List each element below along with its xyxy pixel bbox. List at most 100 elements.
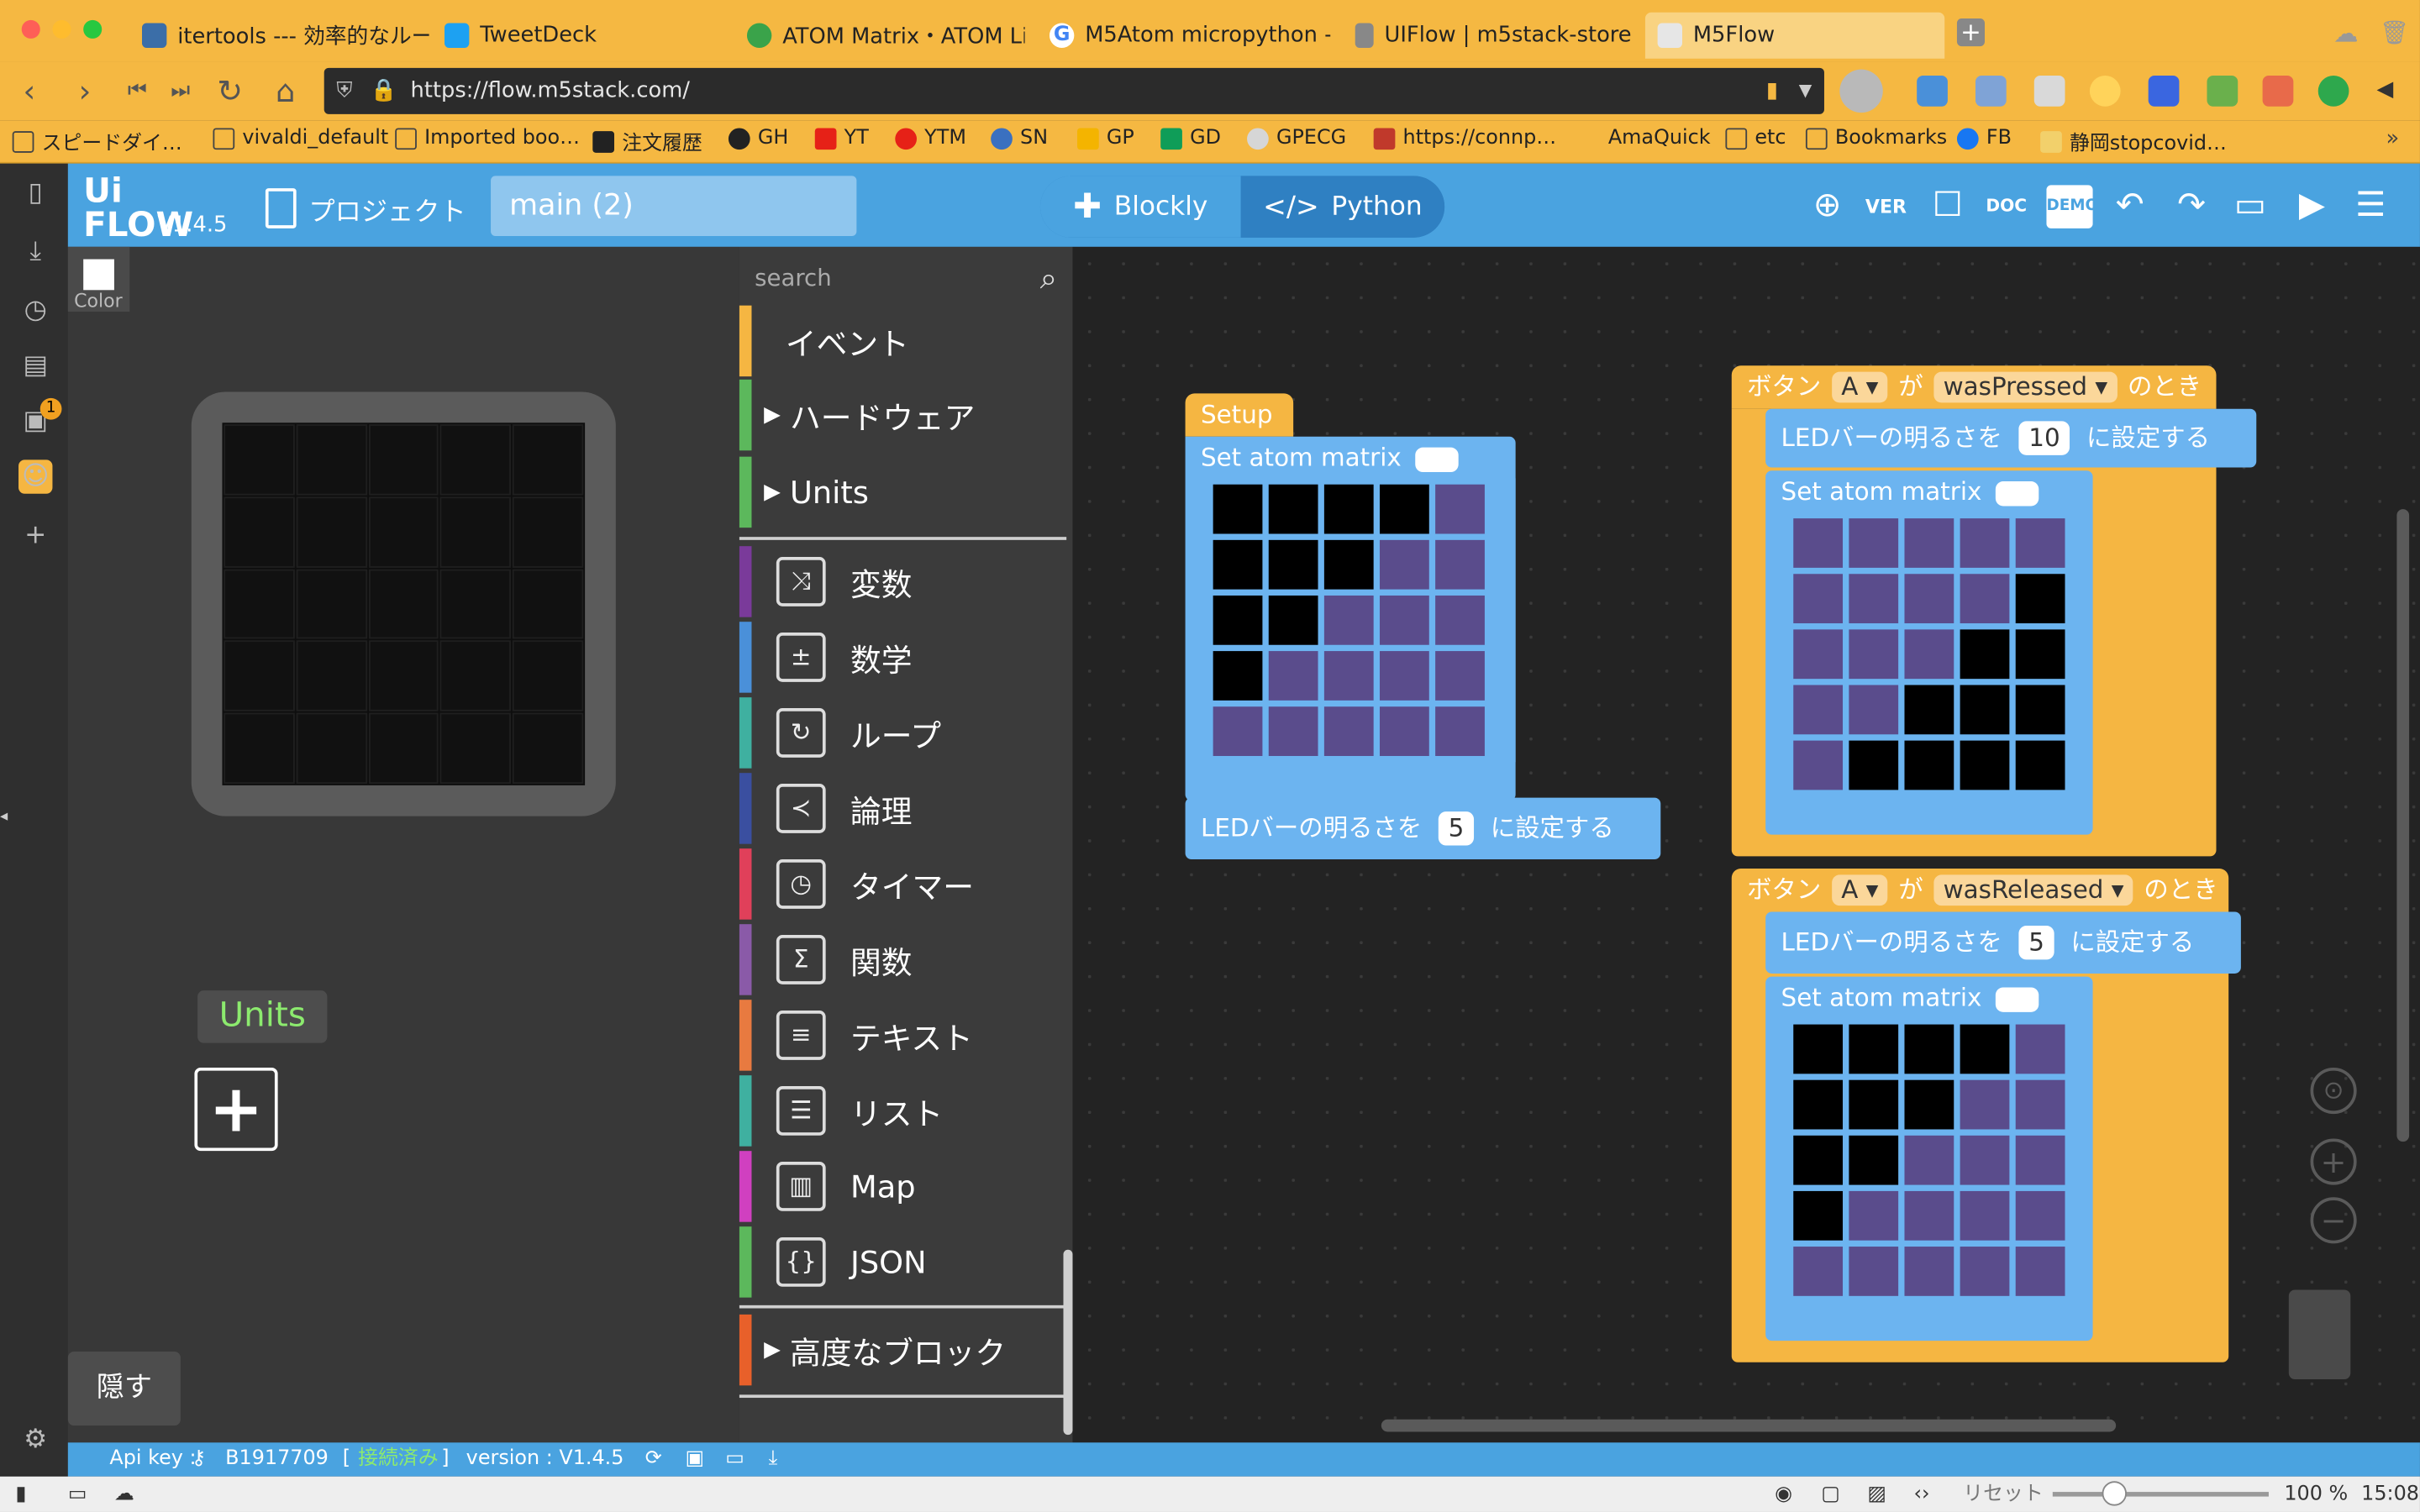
event-select[interactable]: wasPressed ▾ — [1933, 371, 2118, 403]
color-input[interactable] — [1996, 986, 2039, 1011]
set-matrix-block[interactable]: Set atom matrix — [1765, 470, 2093, 835]
led-cell[interactable] — [1268, 706, 1318, 756]
led-cell[interactable] — [2015, 1079, 2065, 1130]
led-cell[interactable] — [1380, 484, 1429, 534]
led-cell[interactable] — [513, 496, 584, 568]
led-cell[interactable] — [1793, 518, 1844, 568]
led-cell[interactable] — [1323, 651, 1374, 701]
led-cell[interactable] — [296, 640, 367, 712]
download-icon[interactable]: ⤓ — [769, 1442, 778, 1476]
redo-icon[interactable]: ↷ — [2170, 185, 2212, 228]
led-cell[interactable] — [224, 712, 295, 785]
bookmark-item[interactable]: 注文履歴 — [592, 127, 702, 156]
recenter-icon[interactable]: ⊙ — [2310, 1067, 2357, 1115]
bookmark-item[interactable]: AmaQuick — [1608, 127, 1711, 150]
button-select[interactable]: A ▾ — [1832, 874, 1888, 906]
led-cell[interactable] — [1960, 1135, 2010, 1185]
bookmark-item[interactable]: Imported boo… — [395, 127, 580, 150]
palette-category[interactable]: ↻ ループ — [739, 697, 1066, 769]
bookmark-panel-icon[interactable]: ▯ — [18, 176, 52, 209]
refresh-icon[interactable]: ⟳ — [645, 1442, 662, 1476]
led-matrix-editor[interactable] — [1786, 512, 2093, 796]
trash-icon[interactable]: 🗑 — [2380, 18, 2409, 46]
browser-tab[interactable]: TweetDeck — [444, 13, 723, 59]
project-menu[interactable]: プロジェクト — [265, 188, 466, 228]
bookmark-item[interactable]: YTM — [895, 127, 966, 150]
menu-chevron-icon[interactable]: ◀ — [2377, 77, 2394, 102]
led-cell[interactable] — [368, 496, 439, 568]
led-cell[interactable] — [2015, 685, 2065, 735]
set-brightness-block[interactable]: LEDバーの明るさを 5 に設定する — [1765, 911, 2241, 974]
led-cell[interactable] — [1793, 1079, 1844, 1130]
led-cell[interactable] — [1793, 740, 1844, 790]
led-cell[interactable] — [1904, 740, 1954, 790]
chevron-down-icon[interactable]: ▼ — [1799, 68, 1812, 114]
led-cell[interactable] — [1960, 629, 2010, 680]
led-cell[interactable] — [1213, 539, 1263, 590]
led-cell[interactable] — [368, 568, 439, 640]
undo-icon[interactable]: ↶ — [2108, 185, 2151, 228]
led-cell[interactable] — [1268, 539, 1318, 590]
emoji-panel-icon[interactable]: ☺ — [18, 459, 53, 494]
led-cell[interactable] — [440, 712, 512, 785]
led-cell[interactable] — [1849, 574, 1899, 624]
button-released-event[interactable]: ボタン A ▾ が wasReleased ▾ のとき LEDバーの明るさを 5… — [1731, 869, 2241, 1362]
led-cell[interactable] — [1213, 595, 1263, 645]
bookmark-item[interactable]: vivaldi_default — [213, 127, 388, 150]
led-cell[interactable] — [2015, 1190, 2065, 1241]
palette-category[interactable]: ▶ 高度なブロック — [739, 1314, 1066, 1386]
led-cell[interactable] — [1380, 706, 1429, 756]
puzzle-icon[interactable] — [2207, 75, 2238, 107]
trash-can-icon[interactable] — [2288, 1289, 2351, 1380]
led-cell[interactable] — [1904, 1024, 1954, 1074]
zoom-slider-thumb[interactable] — [2102, 1481, 2127, 1506]
led-cell[interactable] — [513, 712, 584, 785]
event-hat[interactable]: ボタン A ▾ が wasPressed ▾ のとき — [1731, 365, 2217, 409]
led-cell[interactable] — [1435, 484, 1485, 534]
led-cell[interactable] — [1268, 595, 1318, 645]
color-input[interactable] — [1415, 446, 1459, 472]
led-cell[interactable] — [2015, 740, 2065, 790]
reset-zoom-button[interactable]: リセット — [1963, 1477, 2044, 1512]
new-file-icon[interactable]: ⊕ — [1806, 185, 1849, 228]
notes-icon[interactable]: ▤ — [18, 349, 52, 382]
window-icon[interactable]: ▢ — [1821, 1477, 1840, 1512]
hide-button[interactable]: 隠す — [67, 1351, 181, 1426]
led-cell[interactable] — [2015, 518, 2065, 568]
minimize-window-button[interactable] — [52, 19, 71, 39]
bookmark-item[interactable]: 静岡stopcovid… — [2040, 127, 2227, 156]
led-cell[interactable] — [296, 496, 367, 568]
led-cell[interactable] — [440, 496, 512, 568]
led-cell[interactable] — [2015, 574, 2065, 624]
browser-tab[interactable]: ATOM Matrix・ATOM Lite — [746, 13, 1025, 59]
zoom-in-icon[interactable]: + — [2310, 1138, 2357, 1185]
palette-category[interactable]: ▶ ハードウェア — [739, 379, 1066, 451]
bookmark-item[interactable]: SN — [991, 127, 1048, 150]
back-icon[interactable]: ‹ — [13, 74, 46, 108]
close-window-button[interactable] — [21, 19, 40, 39]
k-extension-icon[interactable] — [2317, 75, 2349, 107]
palette-category[interactable]: ≡ テキスト — [739, 1000, 1066, 1071]
brightness-input[interactable]: 10 — [2019, 421, 2070, 455]
led-cell[interactable] — [2015, 1024, 2065, 1074]
bookmark-item[interactable]: GP — [1077, 127, 1134, 150]
add-unit-button[interactable]: + — [194, 1067, 278, 1152]
led-cell[interactable] — [440, 640, 512, 712]
pocket-icon[interactable] — [2262, 75, 2294, 107]
python-mode-button[interactable]: </> Python — [1240, 176, 1445, 238]
run-icon[interactable]: ▶ — [2291, 185, 2333, 228]
led-cell[interactable] — [368, 712, 439, 785]
led-cell[interactable] — [1849, 685, 1899, 735]
event-select[interactable]: wasReleased ▾ — [1933, 874, 2133, 906]
info-icon[interactable] — [2089, 75, 2121, 107]
led-cell[interactable] — [296, 712, 367, 785]
led-matrix-preview[interactable] — [222, 423, 586, 785]
bookmark-icon[interactable]: ▮ — [1766, 68, 1778, 114]
event-hat[interactable]: ボタン A ▾ が wasReleased ▾ のとき — [1731, 869, 2229, 912]
led-matrix-editor[interactable] — [1786, 1018, 2093, 1303]
add-panel-icon[interactable]: + — [18, 518, 52, 552]
led-cell[interactable] — [1960, 518, 2010, 568]
led-cell[interactable] — [1268, 484, 1318, 534]
led-cell[interactable] — [1849, 1024, 1899, 1074]
led-cell[interactable] — [1435, 706, 1485, 756]
